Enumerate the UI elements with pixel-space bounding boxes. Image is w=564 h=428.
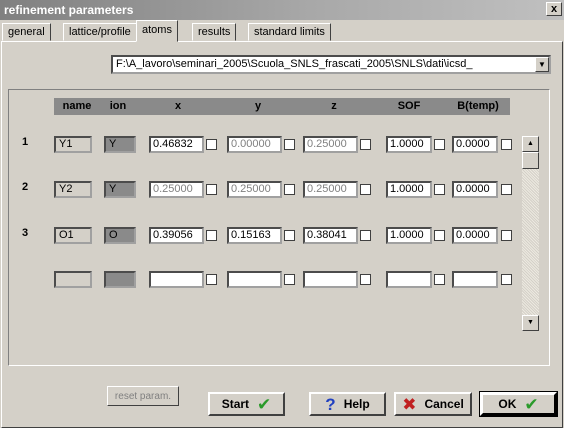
btemp-refine-checkbox[interactable] xyxy=(501,230,512,241)
row-number: 3 xyxy=(22,227,29,239)
sof-refine-checkbox[interactable] xyxy=(434,274,445,285)
tab-general[interactable]: general xyxy=(2,23,51,41)
btemp-field[interactable]: 0.0000 xyxy=(452,181,498,198)
reset-param-label: reset param. xyxy=(114,390,172,402)
y-refine-checkbox[interactable] xyxy=(284,139,295,150)
x-refine-checkbox[interactable] xyxy=(206,274,217,285)
atom-name-field[interactable]: O1 xyxy=(54,227,92,244)
question-icon: ? xyxy=(325,394,336,414)
row-number: 2 xyxy=(22,181,29,193)
start-label: Start xyxy=(221,397,250,411)
column-header-x: x xyxy=(136,98,220,115)
column-header-sof: SOF xyxy=(372,98,446,115)
atoms-scrollbar[interactable]: ▲ ▼ xyxy=(522,136,539,331)
scroll-up-icon[interactable]: ▲ xyxy=(522,136,539,152)
y-field[interactable]: 0.15163 xyxy=(227,227,282,244)
tab-standard-limits[interactable]: standard limits xyxy=(248,23,331,41)
x-refine-checkbox[interactable] xyxy=(206,139,217,150)
sof-field[interactable]: 1.0000 xyxy=(386,227,432,244)
cancel-button[interactable]: ✖ Cancel xyxy=(394,392,472,416)
close-button[interactable]: x xyxy=(546,2,562,16)
start-button[interactable]: Start ✔ xyxy=(208,392,285,416)
tab-atoms[interactable]: atoms xyxy=(136,20,178,42)
btemp-refine-checkbox[interactable] xyxy=(501,139,512,150)
sof-field[interactable]: 1.0000 xyxy=(386,181,432,198)
window-title: refinement parameters x xyxy=(0,0,564,20)
atom-ion-field[interactable] xyxy=(104,271,136,288)
window-title-text: refinement parameters xyxy=(4,3,134,17)
scroll-down-icon[interactable]: ▼ xyxy=(522,315,539,331)
column-header-z: z xyxy=(296,98,372,115)
x-refine-checkbox[interactable] xyxy=(206,230,217,241)
x-refine-checkbox[interactable] xyxy=(206,184,217,195)
checkmark-icon: ✔ xyxy=(524,394,539,414)
sof-refine-checkbox[interactable] xyxy=(434,184,445,195)
atom-name-field[interactable]: Y1 xyxy=(54,136,92,153)
z-field[interactable]: 0.38041 xyxy=(303,227,358,244)
z-field[interactable]: 0.25000 xyxy=(303,136,358,153)
x-field[interactable]: 0.46832 xyxy=(149,136,204,153)
sof-field[interactable] xyxy=(386,271,432,288)
atom-ion-field[interactable]: Y xyxy=(104,136,136,153)
help-button[interactable]: ? Help xyxy=(309,392,386,416)
atom-name-field[interactable]: Y2 xyxy=(54,181,92,198)
column-header-name: name xyxy=(54,98,100,115)
btemp-refine-checkbox[interactable] xyxy=(501,184,512,195)
sof-refine-checkbox[interactable] xyxy=(434,230,445,241)
column-header-btemp: B(temp) xyxy=(446,98,510,115)
atom-name-field[interactable] xyxy=(54,271,92,288)
x-field[interactable]: 0.25000 xyxy=(149,181,204,198)
column-header-y: y xyxy=(220,98,296,115)
reset-param-button[interactable]: reset param. xyxy=(107,386,179,406)
cancel-label: Cancel xyxy=(424,397,464,411)
z-refine-checkbox[interactable] xyxy=(360,184,371,195)
x-field[interactable] xyxy=(149,271,204,288)
cross-icon: ✖ xyxy=(402,394,417,414)
y-field[interactable] xyxy=(227,271,282,288)
z-field[interactable] xyxy=(303,271,358,288)
btemp-refine-checkbox[interactable] xyxy=(501,274,512,285)
atom-ion-field[interactable]: Y xyxy=(104,181,136,198)
z-field[interactable]: 0.25000 xyxy=(303,181,358,198)
sof-field[interactable]: 1.0000 xyxy=(386,136,432,153)
y-refine-checkbox[interactable] xyxy=(284,274,295,285)
btemp-field[interactable] xyxy=(452,271,498,288)
btemp-field[interactable]: 0.0000 xyxy=(452,136,498,153)
sof-refine-checkbox[interactable] xyxy=(434,139,445,150)
btemp-field[interactable]: 0.0000 xyxy=(452,227,498,244)
column-header-ion: ion xyxy=(100,98,136,115)
z-refine-checkbox[interactable] xyxy=(360,230,371,241)
x-field[interactable]: 0.39056 xyxy=(149,227,204,244)
y-field[interactable]: 0.25000 xyxy=(227,181,282,198)
chevron-down-icon[interactable]: ▼ xyxy=(535,57,549,72)
z-refine-checkbox[interactable] xyxy=(360,139,371,150)
file-path-dropdown[interactable]: F:\A_lavoro\seminari_2005\Scuola_SNLS_fr… xyxy=(111,55,551,74)
z-refine-checkbox[interactable] xyxy=(360,274,371,285)
help-label: Help xyxy=(343,397,370,411)
y-field[interactable]: 0.00000 xyxy=(227,136,282,153)
atom-ion-field[interactable]: O xyxy=(104,227,136,244)
row-number: 1 xyxy=(22,136,29,148)
tab-results[interactable]: results xyxy=(192,23,237,41)
y-refine-checkbox[interactable] xyxy=(284,184,295,195)
ok-button[interactable]: OK ✔ xyxy=(479,391,558,417)
checkmark-icon: ✔ xyxy=(257,394,272,414)
tab-lattice-profile[interactable]: lattice/profile xyxy=(63,23,137,41)
y-refine-checkbox[interactable] xyxy=(284,230,295,241)
file-path-value: F:\A_lavoro\seminari_2005\Scuola_SNLS_fr… xyxy=(116,58,473,70)
scroll-thumb[interactable] xyxy=(522,152,539,169)
ok-label: OK xyxy=(498,397,517,411)
